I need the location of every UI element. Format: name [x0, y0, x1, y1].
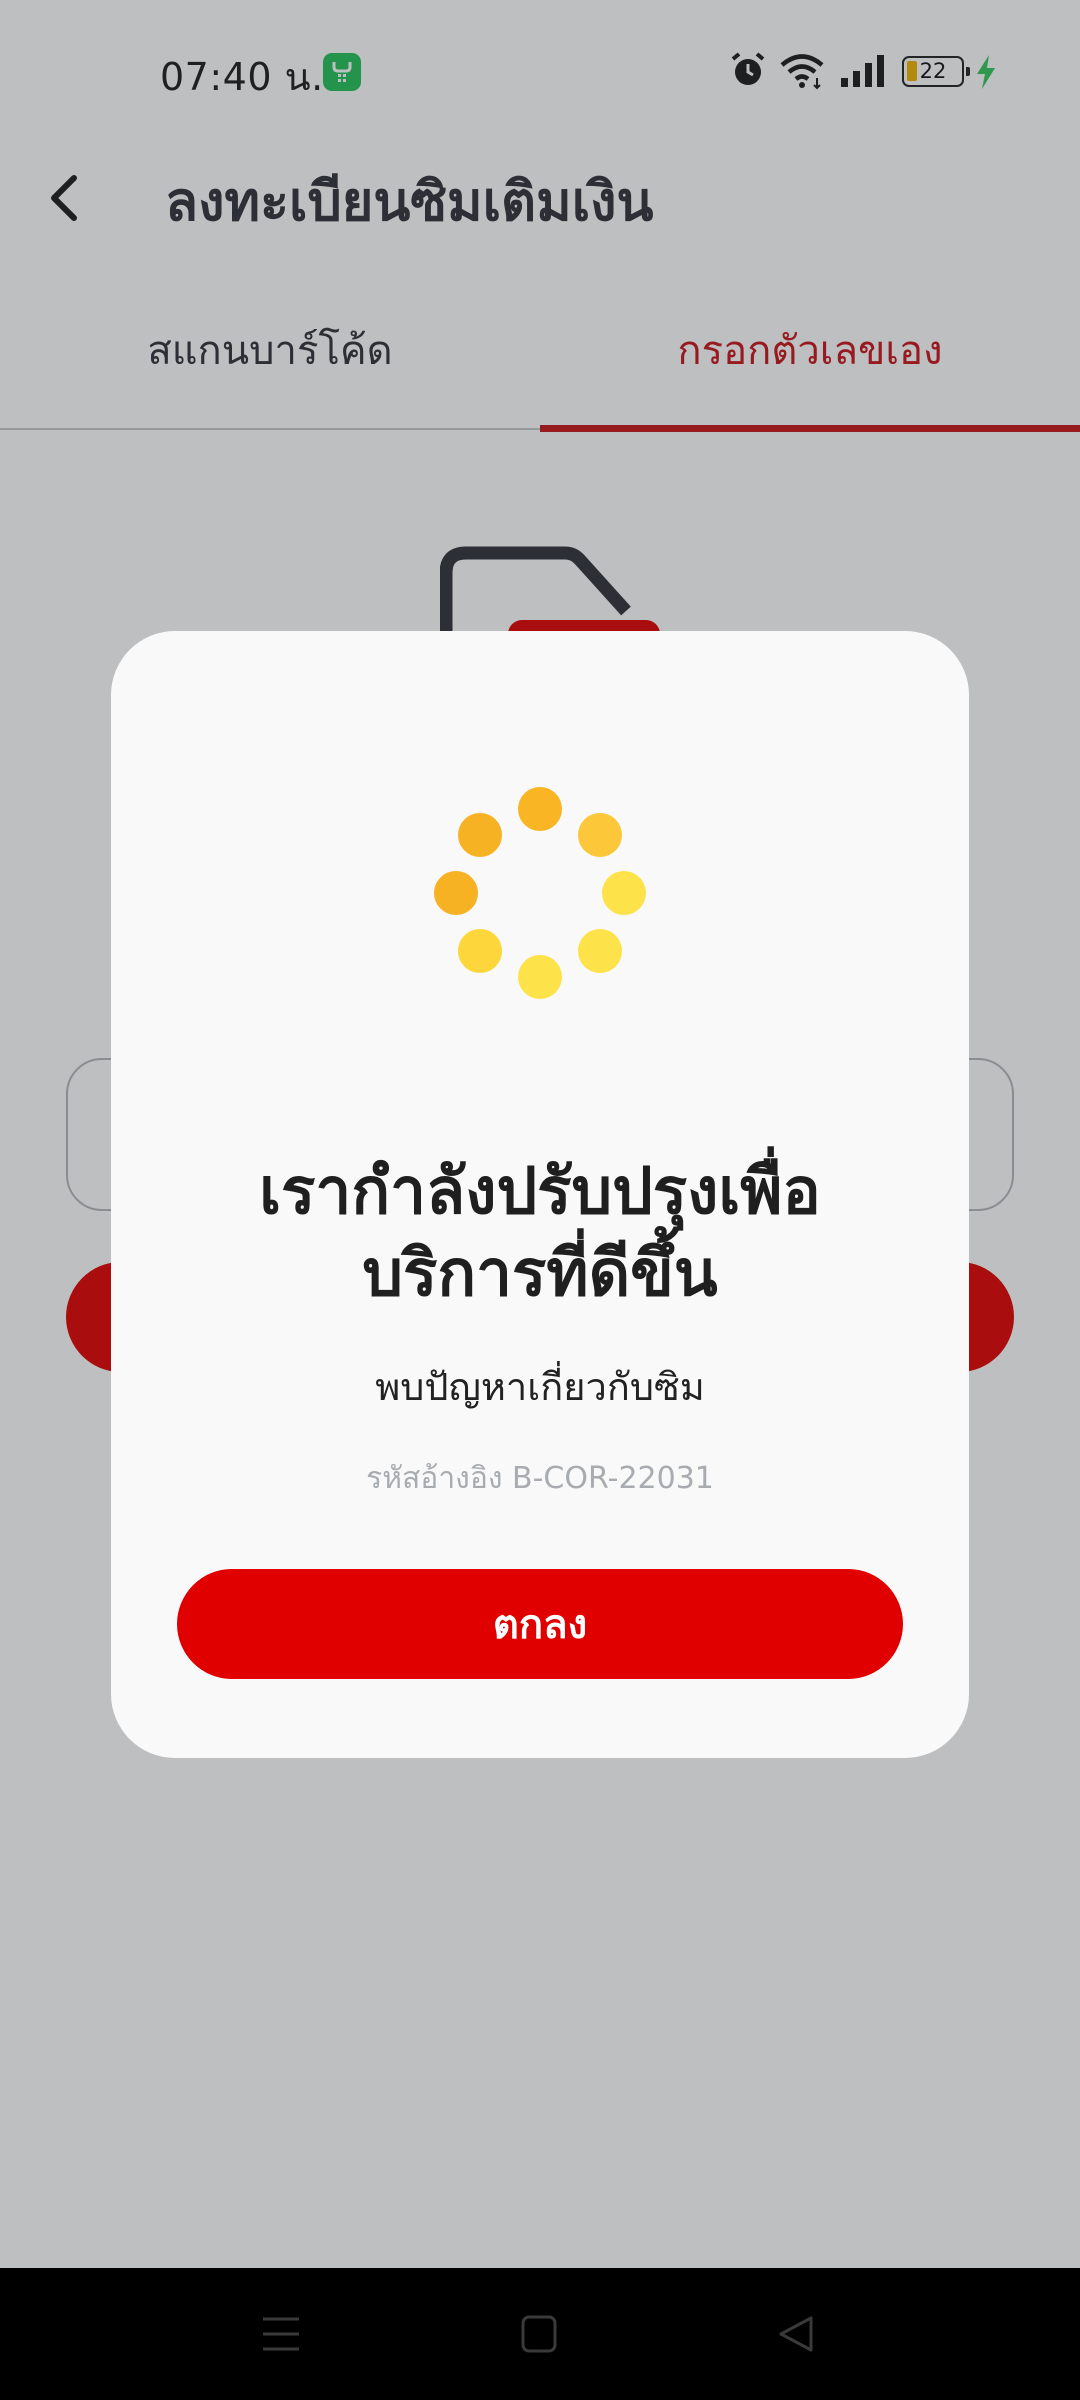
dialog-message: พบปัญหาเกี่ยวกับซิม — [375, 1365, 705, 1409]
home-icon[interactable] — [520, 2314, 558, 2358]
maintenance-dialog: เรากำลังปรับปรุงเพื่อ บริการที่ดีขึ้น พบ… — [111, 631, 969, 1758]
dialog-title-line1: เรากำลังปรับปรุงเพื่อ — [259, 1155, 821, 1229]
ok-button[interactable]: ตกลง — [177, 1569, 903, 1679]
dialog-reference-code: รหัสอ้างอิง B-COR-22031 — [366, 1461, 714, 1496]
loading-spinner-icon — [426, 779, 654, 1011]
menu-icon[interactable] — [262, 2315, 300, 2357]
dialog-title: เรากำลังปรับปรุงเพื่อ บริการที่ดีขึ้น — [151, 1151, 929, 1315]
dialog-title-line2: บริการที่ดีขึ้น — [362, 1237, 718, 1311]
back-triangle-icon[interactable] — [776, 2314, 816, 2358]
